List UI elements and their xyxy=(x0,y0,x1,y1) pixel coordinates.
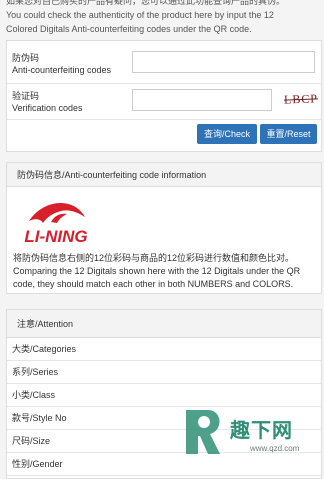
attr-row-series: 系列/Series xyxy=(7,361,321,384)
verify-label-cn: 验证码 xyxy=(12,91,40,101)
verification-code-input[interactable] xyxy=(132,89,272,111)
intro-line-en-2: Colored Digitals Anti-counterfeiting cod… xyxy=(6,24,252,34)
check-button[interactable]: 查询/Check xyxy=(197,124,257,144)
anti-counterfeit-code-input[interactable] xyxy=(132,51,315,73)
logo-text: LI-NING xyxy=(24,227,87,246)
desc-line-cn: 将防伪码信息右侧的12位彩码与商品的12位彩码进行数值和颜色比对。 xyxy=(13,253,295,263)
code-info-header: 防伪码信息/Anti-counterfeiting code informati… xyxy=(7,163,321,187)
code-label-en: Anti-counterfeiting codes xyxy=(12,65,112,75)
li-ning-logo: LI-NING xyxy=(15,195,97,249)
desc-line-en-1: Comparing the 12 Digitals shown here wit… xyxy=(13,266,301,276)
reset-button[interactable]: 重置/Reset xyxy=(260,124,317,144)
intro-line-en-1: You could check the authenticity of the … xyxy=(6,10,274,20)
code-info-panel: 防伪码信息/Anti-counterfeiting code informati… xyxy=(6,162,322,294)
watermark-text: 趣下网 xyxy=(230,418,293,442)
site-watermark: 趣下网 www.qzd.com xyxy=(178,404,324,464)
verify-row: 验证码 Verification codes LBCP xyxy=(7,83,321,120)
code-label-cn: 防伪码 xyxy=(12,53,40,63)
attr-row-categories: 大类/Categories xyxy=(7,338,321,361)
watermark-logo-icon xyxy=(186,410,220,454)
query-form: 防伪码 Anti-counterfeiting codes 验证码 Verifi… xyxy=(6,40,322,152)
intro-line-cn: 如果您对自己购买的产品有疑问，您可以通过此功能查询产品的真伪。 xyxy=(6,0,286,6)
code-row: 防伪码 Anti-counterfeiting codes xyxy=(7,41,321,84)
captcha-image[interactable]: LBCP xyxy=(284,91,319,108)
attention-header: 注意/Attention xyxy=(7,310,321,338)
watermark-url: www.qzd.com xyxy=(250,444,300,453)
compare-instructions: 将防伪码信息右侧的12位彩码与商品的12位彩码进行数值和颜色比对。 Compar… xyxy=(13,252,313,291)
desc-line-en-2: code, they should match each other in bo… xyxy=(13,279,294,289)
intro-text: 如果您对自己购买的产品有疑问，您可以通过此功能查询产品的真伪。 You coul… xyxy=(6,0,324,36)
verify-label-en: Verification codes xyxy=(12,103,83,113)
